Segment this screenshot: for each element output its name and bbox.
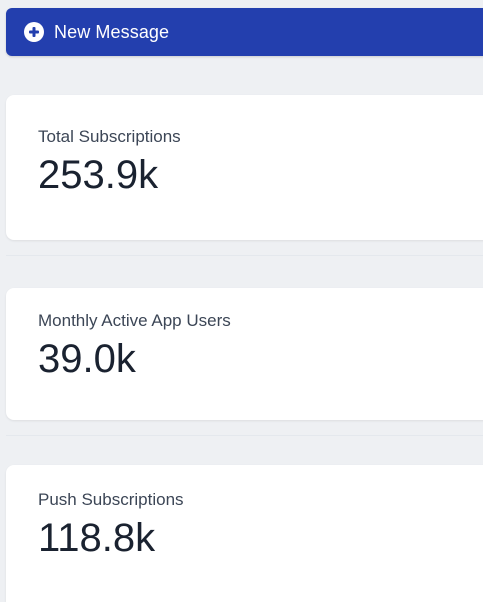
divider	[6, 435, 483, 436]
dashboard-page: New Message Total Subscriptions 253.9k M…	[0, 0, 483, 602]
plus-icon	[24, 22, 44, 42]
stat-value: 253.9k	[38, 153, 159, 197]
new-message-button[interactable]: New Message	[6, 8, 483, 56]
stat-card-monthly-active-app-users: Monthly Active App Users 39.0k	[6, 288, 483, 420]
stat-card-push-subscriptions: Push Subscriptions 118.8k	[6, 465, 483, 602]
stat-label: Monthly Active App Users	[38, 311, 231, 330]
stat-label: Push Subscriptions	[38, 490, 184, 509]
stat-card-total-subscriptions: Total Subscriptions 253.9k	[6, 95, 483, 240]
stat-value: 39.0k	[38, 337, 136, 381]
stat-value: 118.8k	[38, 516, 156, 560]
stats-stack: Total Subscriptions 253.9k Monthly Activ…	[6, 95, 483, 602]
stat-label: Total Subscriptions	[38, 127, 181, 146]
new-message-label: New Message	[54, 22, 170, 42]
divider	[6, 255, 483, 256]
